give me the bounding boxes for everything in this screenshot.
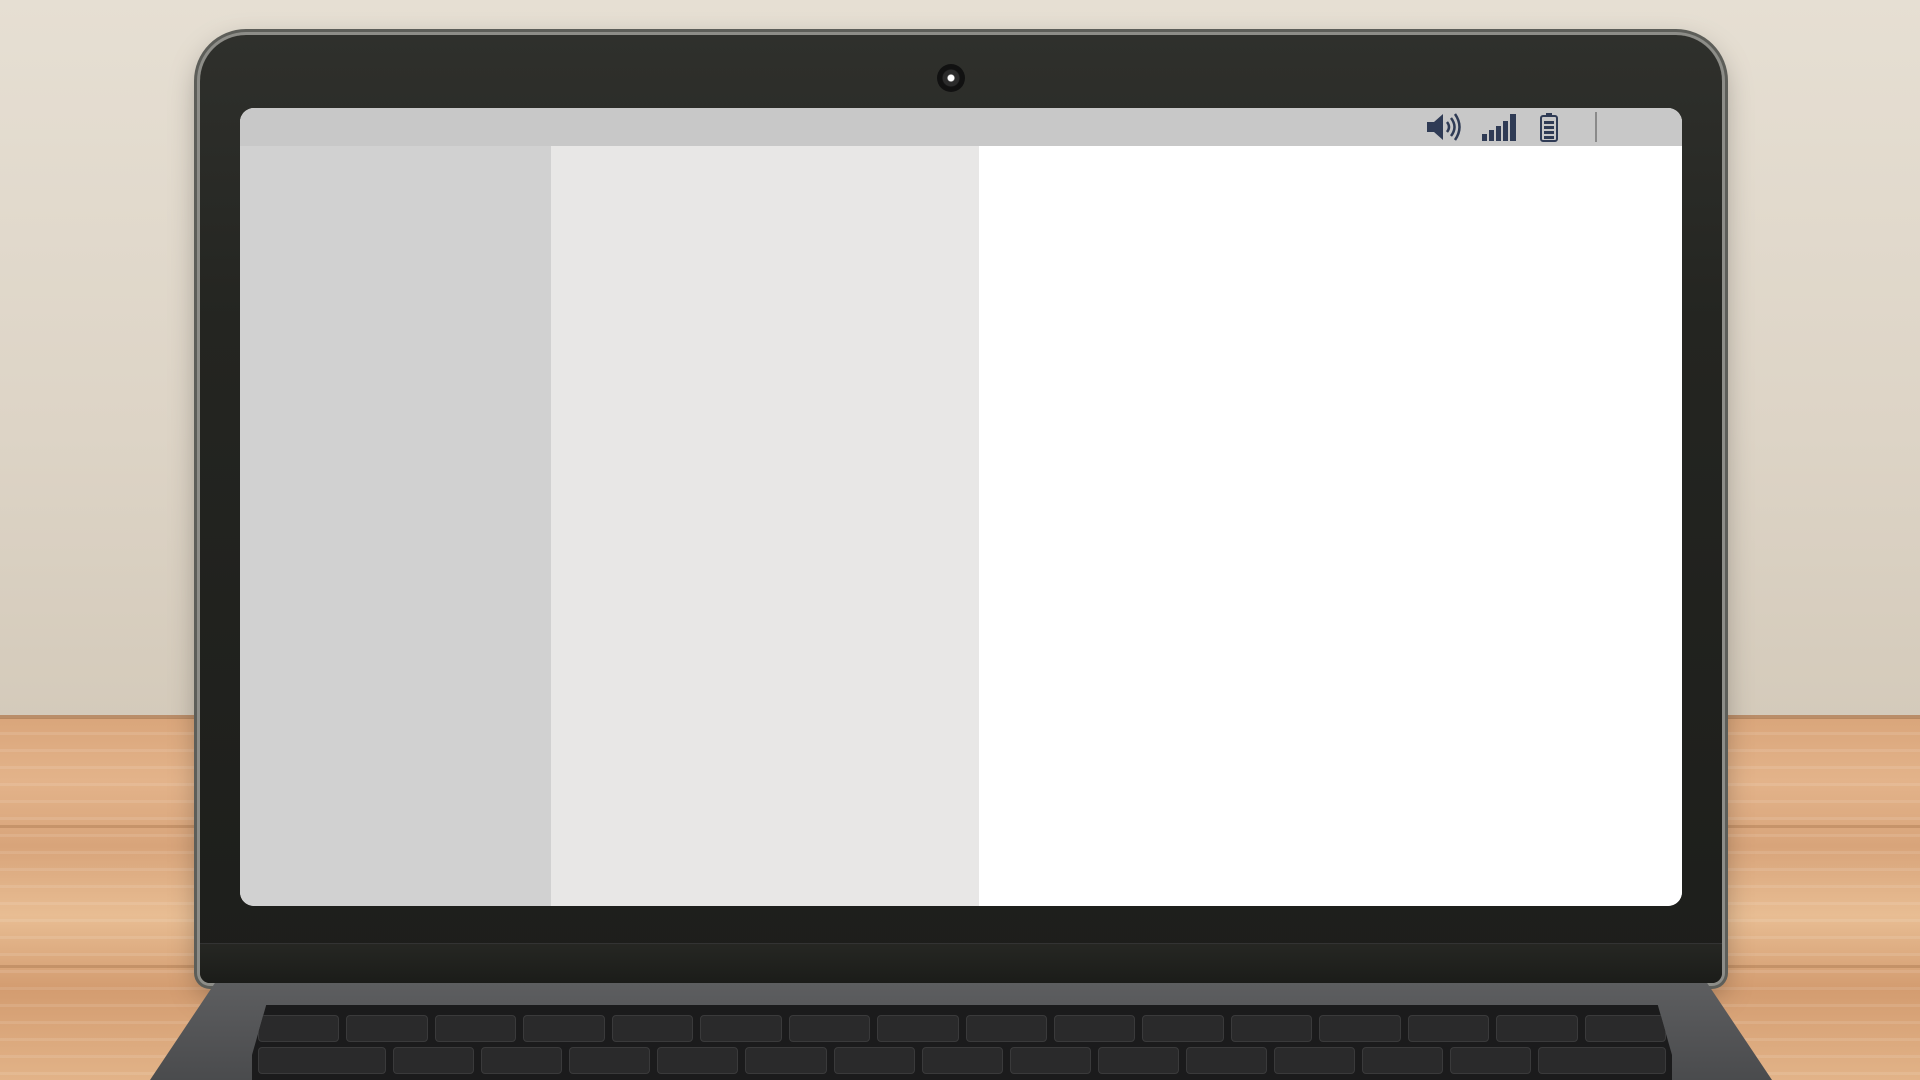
key[interactable] [569,1047,651,1074]
key[interactable] [657,1047,739,1074]
key[interactable] [611,1015,694,1042]
key[interactable] [1273,1047,1355,1074]
key[interactable] [1053,1015,1136,1042]
key[interactable] [393,1047,475,1074]
key[interactable] [1361,1047,1443,1074]
key[interactable] [877,1015,959,1042]
key[interactable] [1319,1015,1401,1042]
key[interactable] [346,1015,428,1042]
key[interactable] [1142,1015,1224,1042]
key[interactable] [700,1015,782,1042]
key[interactable] [921,1047,1003,1074]
key[interactable] [1097,1047,1179,1074]
keyboard-row [252,1015,1672,1042]
webcam-icon [937,64,965,92]
menu-bar-divider [1595,112,1597,142]
key[interactable] [258,1047,387,1074]
status-area [1425,108,1597,146]
keyboard-row [252,1047,1672,1074]
screen-bezel-bottom [200,943,1722,983]
content-pane [979,146,1682,906]
key[interactable] [481,1047,563,1074]
key[interactable] [965,1015,1047,1042]
sidebar-pane [240,146,551,906]
key[interactable] [1230,1015,1313,1042]
laptop-lid [200,35,1722,983]
key[interactable] [745,1047,827,1074]
key[interactable] [258,1015,340,1042]
key[interactable] [1537,1047,1667,1074]
key[interactable] [523,1015,605,1042]
key[interactable] [788,1015,871,1042]
key[interactable] [1185,1047,1267,1074]
list-pane [551,146,979,906]
key[interactable] [1584,1015,1666,1042]
key[interactable] [1496,1015,1578,1042]
key[interactable] [1407,1015,1490,1042]
keyboard [252,1005,1672,1080]
key[interactable] [833,1047,915,1074]
speaker-icon[interactable] [1425,111,1463,143]
key[interactable] [1009,1047,1091,1074]
key[interactable] [434,1015,517,1042]
key[interactable] [1449,1047,1531,1074]
battery-icon[interactable] [1539,112,1559,142]
laptop-screen [240,108,1682,906]
menu-bar [240,108,1682,146]
signal-strength-icon[interactable] [1481,112,1521,142]
